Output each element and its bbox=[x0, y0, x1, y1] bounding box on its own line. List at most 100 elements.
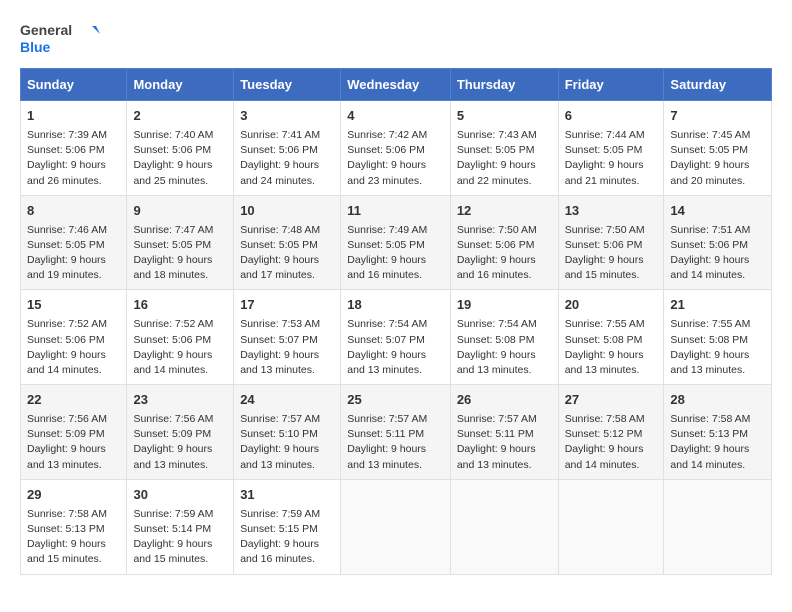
cell-week5-day6 bbox=[664, 479, 772, 574]
day-number: 4 bbox=[347, 107, 444, 126]
daylight-text: Daylight: 9 hours and 13 minutes. bbox=[133, 443, 212, 470]
cell-week4-day4: 26 Sunrise: 7:57 AM Sunset: 5:11 PM Dayl… bbox=[450, 385, 558, 480]
day-number: 22 bbox=[27, 391, 120, 410]
cell-week1-day3: 4 Sunrise: 7:42 AM Sunset: 5:06 PM Dayli… bbox=[341, 101, 451, 196]
cell-week2-day6: 14 Sunrise: 7:51 AM Sunset: 5:06 PM Dayl… bbox=[664, 195, 772, 290]
daylight-text: Daylight: 9 hours and 13 minutes. bbox=[240, 349, 319, 376]
cell-week1-day1: 2 Sunrise: 7:40 AM Sunset: 5:06 PM Dayli… bbox=[127, 101, 234, 196]
sunrise-text: Sunrise: 7:55 AM bbox=[670, 318, 750, 330]
cell-week5-day5 bbox=[558, 479, 664, 574]
daylight-text: Daylight: 9 hours and 13 minutes. bbox=[347, 443, 426, 470]
cell-week4-day2: 24 Sunrise: 7:57 AM Sunset: 5:10 PM Dayl… bbox=[234, 385, 341, 480]
day-number: 2 bbox=[133, 107, 227, 126]
logo-svg: General Blue bbox=[20, 20, 100, 58]
cell-week1-day4: 5 Sunrise: 7:43 AM Sunset: 5:05 PM Dayli… bbox=[450, 101, 558, 196]
daylight-text: Daylight: 9 hours and 23 minutes. bbox=[347, 159, 426, 186]
sunset-text: Sunset: 5:05 PM bbox=[347, 239, 425, 251]
week-row-4: 22 Sunrise: 7:56 AM Sunset: 5:09 PM Dayl… bbox=[21, 385, 772, 480]
sunset-text: Sunset: 5:05 PM bbox=[240, 239, 318, 251]
header-sunday: Sunday bbox=[21, 69, 127, 101]
day-number: 17 bbox=[240, 296, 334, 315]
week-row-2: 8 Sunrise: 7:46 AM Sunset: 5:05 PM Dayli… bbox=[21, 195, 772, 290]
sunrise-text: Sunrise: 7:48 AM bbox=[240, 224, 320, 236]
day-number: 31 bbox=[240, 486, 334, 505]
daylight-text: Daylight: 9 hours and 18 minutes. bbox=[133, 254, 212, 281]
sunset-text: Sunset: 5:05 PM bbox=[670, 144, 748, 156]
day-number: 27 bbox=[565, 391, 658, 410]
day-number: 6 bbox=[565, 107, 658, 126]
day-number: 16 bbox=[133, 296, 227, 315]
cell-week5-day3 bbox=[341, 479, 451, 574]
sunrise-text: Sunrise: 7:50 AM bbox=[457, 224, 537, 236]
header-wednesday: Wednesday bbox=[341, 69, 451, 101]
day-number: 15 bbox=[27, 296, 120, 315]
sunrise-text: Sunrise: 7:56 AM bbox=[27, 413, 107, 425]
svg-text:General: General bbox=[20, 22, 72, 38]
sunrise-text: Sunrise: 7:40 AM bbox=[133, 129, 213, 141]
day-number: 21 bbox=[670, 296, 765, 315]
day-number: 11 bbox=[347, 202, 444, 221]
sunrise-text: Sunrise: 7:54 AM bbox=[347, 318, 427, 330]
header-row: SundayMondayTuesdayWednesdayThursdayFrid… bbox=[21, 69, 772, 101]
cell-week1-day0: 1 Sunrise: 7:39 AM Sunset: 5:06 PM Dayli… bbox=[21, 101, 127, 196]
daylight-text: Daylight: 9 hours and 13 minutes. bbox=[457, 349, 536, 376]
sunrise-text: Sunrise: 7:39 AM bbox=[27, 129, 107, 141]
day-number: 23 bbox=[133, 391, 227, 410]
daylight-text: Daylight: 9 hours and 16 minutes. bbox=[457, 254, 536, 281]
day-number: 18 bbox=[347, 296, 444, 315]
day-number: 3 bbox=[240, 107, 334, 126]
sunset-text: Sunset: 5:13 PM bbox=[670, 428, 748, 440]
cell-week2-day2: 10 Sunrise: 7:48 AM Sunset: 5:05 PM Dayl… bbox=[234, 195, 341, 290]
sunrise-text: Sunrise: 7:56 AM bbox=[133, 413, 213, 425]
week-row-3: 15 Sunrise: 7:52 AM Sunset: 5:06 PM Dayl… bbox=[21, 290, 772, 385]
sunset-text: Sunset: 5:06 PM bbox=[240, 144, 318, 156]
header-friday: Friday bbox=[558, 69, 664, 101]
day-number: 29 bbox=[27, 486, 120, 505]
daylight-text: Daylight: 9 hours and 13 minutes. bbox=[565, 349, 644, 376]
page-header: General Blue bbox=[20, 20, 772, 58]
daylight-text: Daylight: 9 hours and 14 minutes. bbox=[27, 349, 106, 376]
cell-week4-day3: 25 Sunrise: 7:57 AM Sunset: 5:11 PM Dayl… bbox=[341, 385, 451, 480]
sunset-text: Sunset: 5:14 PM bbox=[133, 523, 211, 535]
sunset-text: Sunset: 5:06 PM bbox=[670, 239, 748, 251]
sunset-text: Sunset: 5:06 PM bbox=[133, 334, 211, 346]
daylight-text: Daylight: 9 hours and 16 minutes. bbox=[240, 538, 319, 565]
sunrise-text: Sunrise: 7:58 AM bbox=[27, 508, 107, 520]
daylight-text: Daylight: 9 hours and 13 minutes. bbox=[457, 443, 536, 470]
sunrise-text: Sunrise: 7:55 AM bbox=[565, 318, 645, 330]
day-number: 8 bbox=[27, 202, 120, 221]
day-number: 20 bbox=[565, 296, 658, 315]
daylight-text: Daylight: 9 hours and 20 minutes. bbox=[670, 159, 749, 186]
daylight-text: Daylight: 9 hours and 24 minutes. bbox=[240, 159, 319, 186]
cell-week4-day5: 27 Sunrise: 7:58 AM Sunset: 5:12 PM Dayl… bbox=[558, 385, 664, 480]
cell-week1-day6: 7 Sunrise: 7:45 AM Sunset: 5:05 PM Dayli… bbox=[664, 101, 772, 196]
sunrise-text: Sunrise: 7:45 AM bbox=[670, 129, 750, 141]
sunset-text: Sunset: 5:06 PM bbox=[565, 239, 643, 251]
daylight-text: Daylight: 9 hours and 15 minutes. bbox=[133, 538, 212, 565]
cell-week5-day0: 29 Sunrise: 7:58 AM Sunset: 5:13 PM Dayl… bbox=[21, 479, 127, 574]
sunset-text: Sunset: 5:13 PM bbox=[27, 523, 105, 535]
day-number: 30 bbox=[133, 486, 227, 505]
cell-week3-day1: 16 Sunrise: 7:52 AM Sunset: 5:06 PM Dayl… bbox=[127, 290, 234, 385]
cell-week4-day0: 22 Sunrise: 7:56 AM Sunset: 5:09 PM Dayl… bbox=[21, 385, 127, 480]
sunset-text: Sunset: 5:11 PM bbox=[347, 428, 424, 440]
sunset-text: Sunset: 5:05 PM bbox=[565, 144, 643, 156]
sunset-text: Sunset: 5:09 PM bbox=[27, 428, 105, 440]
cell-week5-day2: 31 Sunrise: 7:59 AM Sunset: 5:15 PM Dayl… bbox=[234, 479, 341, 574]
sunrise-text: Sunrise: 7:52 AM bbox=[133, 318, 213, 330]
sunset-text: Sunset: 5:06 PM bbox=[457, 239, 535, 251]
header-saturday: Saturday bbox=[664, 69, 772, 101]
sunrise-text: Sunrise: 7:59 AM bbox=[133, 508, 213, 520]
cell-week5-day1: 30 Sunrise: 7:59 AM Sunset: 5:14 PM Dayl… bbox=[127, 479, 234, 574]
sunrise-text: Sunrise: 7:43 AM bbox=[457, 129, 537, 141]
sunrise-text: Sunrise: 7:47 AM bbox=[133, 224, 213, 236]
sunset-text: Sunset: 5:08 PM bbox=[670, 334, 748, 346]
daylight-text: Daylight: 9 hours and 16 minutes. bbox=[347, 254, 426, 281]
daylight-text: Daylight: 9 hours and 13 minutes. bbox=[670, 349, 749, 376]
sunset-text: Sunset: 5:08 PM bbox=[565, 334, 643, 346]
header-tuesday: Tuesday bbox=[234, 69, 341, 101]
sunrise-text: Sunrise: 7:53 AM bbox=[240, 318, 320, 330]
cell-week2-day0: 8 Sunrise: 7:46 AM Sunset: 5:05 PM Dayli… bbox=[21, 195, 127, 290]
sunrise-text: Sunrise: 7:58 AM bbox=[670, 413, 750, 425]
week-row-1: 1 Sunrise: 7:39 AM Sunset: 5:06 PM Dayli… bbox=[21, 101, 772, 196]
